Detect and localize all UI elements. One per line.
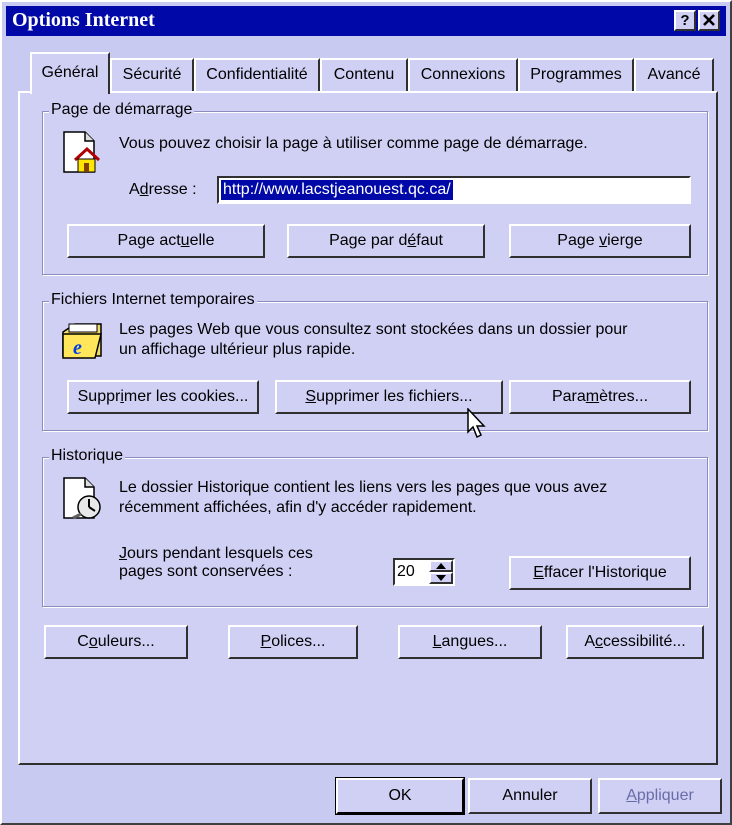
help-button[interactable]: ? bbox=[674, 10, 696, 31]
apply-button[interactable]: Appliquer bbox=[598, 778, 722, 814]
accessibility-button[interactable]: Accessibilité... bbox=[566, 625, 704, 659]
mouse-cursor-icon bbox=[467, 408, 486, 439]
address-input[interactable]: http://www.lacstjeanouest.qc.ca/ bbox=[217, 176, 691, 204]
tab-security[interactable]: Sécurité bbox=[110, 58, 194, 92]
tab-content[interactable]: Contenu bbox=[320, 58, 408, 92]
temp-files-group-label: Fichiers Internet temporaires bbox=[49, 291, 257, 309]
arrow-down-icon bbox=[436, 575, 446, 581]
history-group-label: Historique bbox=[49, 447, 126, 465]
days-down-button[interactable] bbox=[429, 572, 453, 584]
settings-button[interactable]: Paramètres... bbox=[509, 380, 691, 414]
use-blank-button[interactable]: Page vierge bbox=[509, 224, 691, 258]
ie-folder-icon: e bbox=[62, 323, 102, 359]
window-title: Options Internet bbox=[12, 9, 155, 31]
temp-files-description-line1: Les pages Web que vous consultez sont st… bbox=[119, 321, 628, 338]
close-icon bbox=[703, 14, 715, 26]
tab-label: Général bbox=[41, 64, 99, 81]
history-description-line1: Le dossier Historique contient les liens… bbox=[119, 479, 608, 496]
general-tab-panel: Page de démarrage Vous pouvez choisir la… bbox=[18, 91, 718, 765]
temp-files-description-line2: un affichage ultérieur plus rapide. bbox=[119, 341, 356, 358]
languages-button[interactable]: Langues... bbox=[398, 625, 542, 659]
home-page-description: Vous pouvez choisir la page à utiliser c… bbox=[119, 135, 588, 152]
clear-history-button[interactable]: Effacer l'Historique bbox=[509, 556, 691, 590]
tab-label: Confidentialité bbox=[206, 66, 308, 83]
home-page-icon bbox=[63, 131, 101, 173]
tab-label: Avancé bbox=[647, 66, 701, 83]
days-up-button[interactable] bbox=[429, 560, 453, 572]
tab-label: Sécurité bbox=[122, 66, 182, 83]
days-label: Jours pendant lesquels ces bbox=[119, 545, 313, 562]
history-description-line2: récemment affichées, afin d'y accéder ra… bbox=[119, 499, 477, 516]
address-value: http://www.lacstjeanouest.qc.ca/ bbox=[221, 180, 453, 200]
close-button[interactable] bbox=[698, 10, 720, 31]
delete-cookies-button[interactable]: Supprimer les cookies... bbox=[67, 380, 259, 414]
tab-advanced[interactable]: Avancé bbox=[634, 58, 714, 92]
days-label-line2: pages sont conservées : bbox=[119, 563, 293, 580]
internet-options-dialog: Options Internet ? Général Sécurité Conf… bbox=[0, 0, 732, 825]
colors-button[interactable]: Couleurs... bbox=[44, 625, 188, 659]
tab-privacy[interactable]: Confidentialité bbox=[194, 58, 320, 92]
tab-label: Programmes bbox=[530, 66, 622, 83]
history-icon bbox=[63, 477, 101, 520]
use-current-button[interactable]: Page actuelle bbox=[67, 224, 265, 258]
tab-programs[interactable]: Programmes bbox=[518, 58, 634, 92]
tab-label: Contenu bbox=[333, 66, 395, 83]
use-default-button[interactable]: Page par défaut bbox=[287, 224, 485, 258]
fonts-button[interactable]: Polices... bbox=[228, 625, 358, 659]
days-value: 20 bbox=[397, 563, 415, 580]
cancel-button[interactable]: Annuler bbox=[468, 778, 592, 814]
days-spinner[interactable]: 20 bbox=[393, 558, 455, 586]
title-bar[interactable]: Options Internet ? bbox=[6, 6, 726, 36]
history-group: Historique Le dossier Historique contien… bbox=[42, 447, 708, 607]
tab-label: Connexions bbox=[420, 66, 506, 83]
tab-connections[interactable]: Connexions bbox=[408, 58, 518, 92]
temp-files-group: Fichiers Internet temporaires e Les page… bbox=[42, 291, 708, 439]
arrow-up-icon bbox=[436, 563, 446, 569]
svg-text:e: e bbox=[73, 337, 82, 359]
ok-button[interactable]: OK bbox=[336, 778, 464, 814]
tab-general[interactable]: Général bbox=[30, 52, 110, 94]
address-label: Adresse : bbox=[129, 181, 197, 198]
home-page-group-label: Page de démarrage bbox=[49, 101, 195, 119]
home-page-group: Page de démarrage Vous pouvez choisir la… bbox=[42, 101, 708, 275]
